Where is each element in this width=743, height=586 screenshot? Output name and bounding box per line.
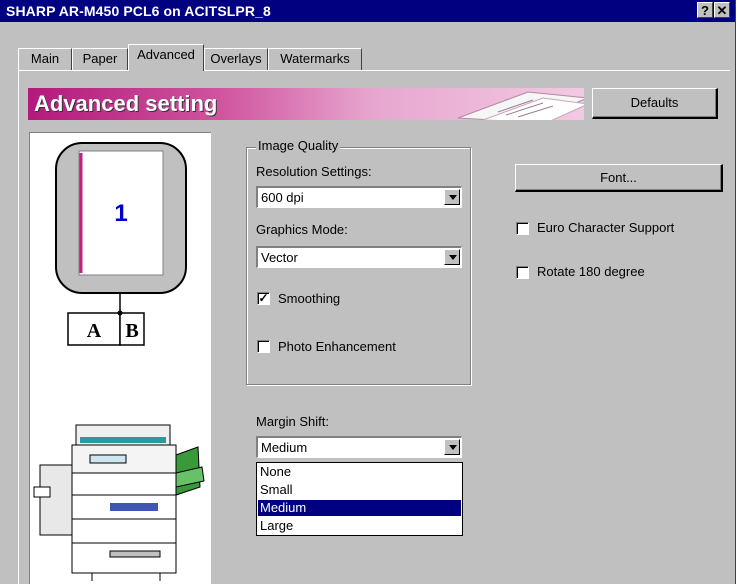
page-preview: 1 A B bbox=[33, 142, 205, 581]
smoothing-label: Smoothing bbox=[278, 291, 341, 306]
binding-label-a: A bbox=[87, 320, 102, 342]
printer-properties-window: SHARP AR-M450 PCL6 on ACITSLPR_8 ? ✕ Mai… bbox=[0, 0, 736, 584]
preview-pane: 1 A B bbox=[29, 132, 211, 584]
binding-label-b: B bbox=[125, 320, 138, 342]
chevron-down-icon[interactable] bbox=[444, 189, 460, 205]
defaults-button-label: Defaults bbox=[630, 95, 679, 110]
photo-enhancement-label: Photo Enhancement bbox=[278, 339, 396, 354]
euro-character-label: Euro Character Support bbox=[537, 220, 675, 235]
tab-advanced[interactable]: Advanced bbox=[128, 44, 204, 71]
euro-character-checkbox[interactable] bbox=[516, 222, 529, 235]
image-quality-label: Image Quality bbox=[256, 138, 341, 153]
copier-illustration bbox=[33, 424, 205, 581]
chevron-down-icon[interactable] bbox=[444, 439, 460, 455]
defaults-button[interactable]: Defaults bbox=[592, 88, 718, 119]
smoothing-checkbox[interactable]: ✓ bbox=[257, 292, 270, 305]
tab-watermarks[interactable]: Watermarks bbox=[268, 48, 362, 70]
tab-paper[interactable]: Paper bbox=[72, 48, 128, 70]
margin-shift-value: Medium bbox=[261, 440, 308, 455]
chevron-down-icon[interactable] bbox=[444, 249, 460, 265]
rotate-180-label: Rotate 180 degree bbox=[537, 264, 645, 279]
graphics-mode-label: Graphics Mode: bbox=[256, 222, 348, 237]
resolution-select[interactable]: 600 dpi bbox=[256, 186, 462, 208]
resolution-settings-label: Resolution Settings: bbox=[256, 164, 372, 179]
close-button[interactable]: ✕ bbox=[714, 2, 730, 18]
option-medium[interactable]: Medium bbox=[258, 500, 461, 516]
option-large[interactable]: Large bbox=[258, 518, 461, 534]
graphics-mode-value: Vector bbox=[261, 250, 298, 265]
font-button[interactable]: Font... bbox=[515, 164, 723, 192]
title-bar[interactable]: SHARP AR-M450 PCL6 on ACITSLPR_8 ? ✕ bbox=[0, 0, 735, 22]
photo-enhancement-checkbox[interactable] bbox=[257, 340, 270, 353]
page-number: 1 bbox=[114, 200, 127, 227]
tab-main[interactable]: Main bbox=[18, 48, 72, 70]
rotate-180-checkbox[interactable] bbox=[516, 266, 529, 279]
graphics-mode-select[interactable]: Vector bbox=[256, 246, 462, 268]
font-button-label: Font... bbox=[600, 170, 637, 185]
resolution-value: 600 dpi bbox=[261, 190, 304, 205]
option-none[interactable]: None bbox=[258, 464, 461, 480]
tab-overlays[interactable]: Overlays bbox=[204, 48, 268, 70]
option-small[interactable]: Small bbox=[258, 482, 461, 498]
margin-shift-select[interactable]: Medium bbox=[256, 436, 462, 458]
margin-shift-dropdown-list: None Small Medium Large bbox=[256, 462, 463, 536]
margin-shift-label: Margin Shift: bbox=[256, 414, 329, 429]
help-button[interactable]: ? bbox=[697, 2, 713, 18]
section-banner: Advanced setting bbox=[28, 88, 584, 120]
banner-paper-graphic bbox=[457, 91, 584, 120]
window-title: SHARP AR-M450 PCL6 on ACITSLPR_8 bbox=[6, 3, 271, 19]
